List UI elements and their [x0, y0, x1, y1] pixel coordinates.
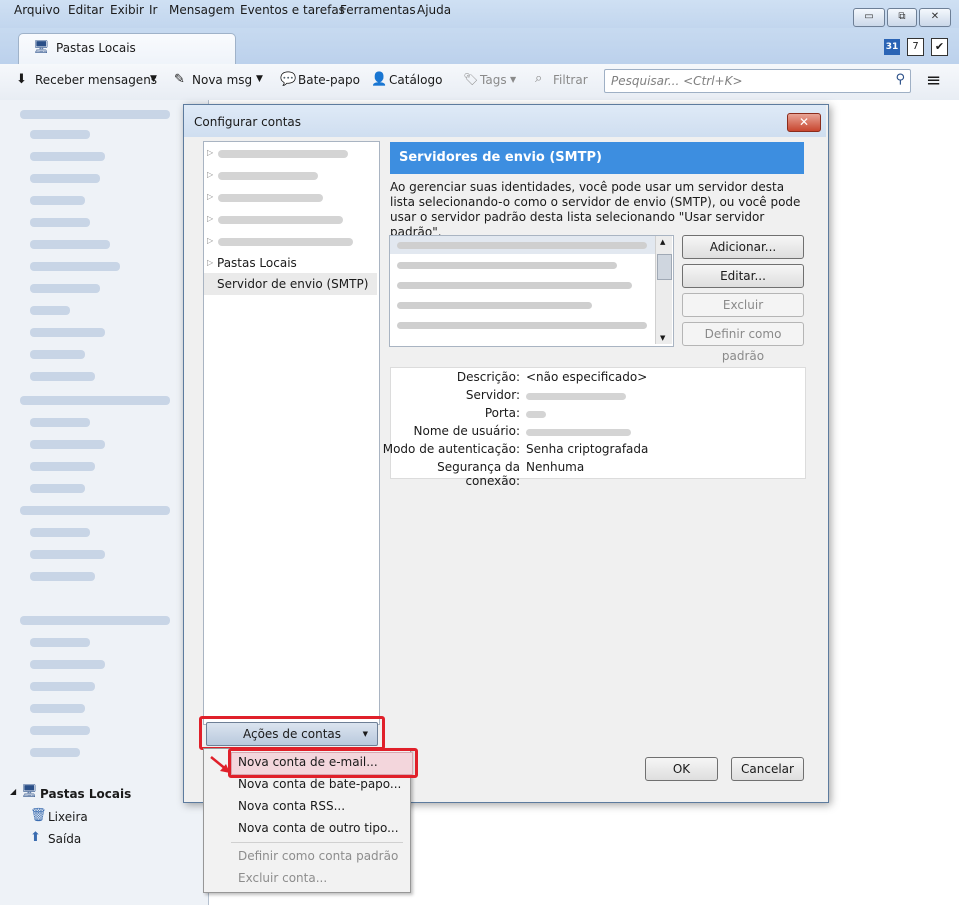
delete-button[interactable]: Excluir	[682, 293, 804, 317]
restore-button[interactable]: ⧉	[887, 8, 917, 27]
checklist-icon[interactable]: ✔	[931, 38, 948, 56]
menu-item-new-rss[interactable]: Nova conta RSS...	[238, 799, 345, 813]
expand-triangle-icon[interactable]: ◢	[10, 787, 16, 796]
security-value: Nenhuma	[526, 460, 585, 474]
menu-ajuda[interactable]: Ajuda	[417, 3, 451, 17]
account-smtp-label: Servidor de envio (SMTP)	[217, 277, 369, 291]
download-icon: ⬇	[16, 72, 27, 87]
dialog-titlebar: Configurar contas	[184, 105, 826, 137]
description-value: <não especificado>	[526, 370, 648, 384]
chevron-down-icon[interactable]: ▼	[510, 75, 516, 84]
expand-triangle-icon[interactable]: ▷	[207, 192, 213, 201]
chat-button[interactable]: Bate-papo	[298, 73, 360, 87]
set-default-button[interactable]: Definir como padrão	[682, 322, 804, 363]
catalog-button[interactable]: Catálogo	[389, 73, 442, 87]
computer-icon: 🖥	[21, 784, 38, 799]
search-icon[interactable]: ⚲	[895, 72, 905, 87]
account-pastas-locais[interactable]: Pastas Locais	[217, 256, 297, 270]
minimize-button[interactable]: ▭	[853, 8, 885, 27]
folder-root-pastas-locais[interactable]: ◢ 🖥 Pastas Locais	[10, 784, 206, 805]
account-tree	[203, 141, 380, 725]
receive-button[interactable]: Receber mensagens	[35, 73, 157, 87]
expand-triangle-icon[interactable]: ▷	[207, 170, 213, 179]
edit-button[interactable]: Editar...	[682, 264, 804, 288]
pencil-icon: ✎	[174, 72, 185, 87]
menu-mensagem[interactable]: Mensagem	[169, 3, 235, 17]
description-label: Descrição:	[456, 370, 520, 384]
arrow-icon	[210, 756, 230, 773]
cancel-button[interactable]: Cancelar	[731, 757, 804, 781]
menu-item-set-default[interactable]: Definir como conta padrão	[238, 849, 398, 863]
highlight-box	[228, 748, 418, 778]
scroll-down-icon[interactable]: ▼	[660, 334, 665, 342]
username-label: Nome de usuário:	[413, 424, 521, 438]
port-label: Porta:	[484, 406, 520, 420]
filter-button[interactable]: Filtrar	[553, 73, 588, 87]
add-button[interactable]: Adicionar...	[682, 235, 804, 259]
search-input[interactable]: Pesquisar... <Ctrl+K> ⚲	[604, 69, 911, 93]
hamburger-menu-icon[interactable]: ≡	[926, 70, 941, 91]
menu-separator	[231, 842, 403, 843]
filter-icon: ⌕	[535, 71, 543, 86]
auth-value: Senha criptografada	[526, 442, 649, 456]
ok-button[interactable]: OK	[645, 757, 718, 781]
expand-triangle-icon[interactable]: ▷	[207, 236, 213, 245]
server-label: Servidor:	[465, 388, 520, 402]
menu-bar: Arquivo Editar Exibir Ir Mensagem Evento…	[0, 0, 959, 28]
trash-icon: 🗑	[30, 808, 47, 823]
folder-label: Pastas Locais	[40, 787, 132, 801]
outbox-icon: ⬆	[30, 830, 41, 845]
menu-item-delete-account[interactable]: Excluir conta...	[238, 871, 327, 885]
expand-triangle-icon[interactable]: ▷	[207, 258, 213, 267]
smtp-description: Ao gerenciar suas identidades, você pode…	[390, 180, 801, 239]
expand-triangle-icon[interactable]: ▷	[207, 214, 213, 223]
tags-button[interactable]: Tags	[480, 73, 507, 87]
menu-item-new-chat[interactable]: Nova conta de bate-papo...	[238, 777, 401, 791]
smtp-header: Servidores de envio (SMTP)	[390, 142, 804, 174]
folder-lixeira[interactable]: Lixeira	[48, 810, 88, 824]
tab-title: Pastas Locais	[56, 41, 136, 55]
highlight-box	[199, 716, 385, 750]
folder-saida[interactable]: Saída	[48, 832, 81, 846]
menu-editar[interactable]: Editar	[68, 3, 104, 17]
menu-item-new-other[interactable]: Nova conta de outro tipo...	[238, 821, 399, 835]
chat-icon: 💬	[280, 72, 297, 87]
search-placeholder: Pesquisar... <Ctrl+K>	[611, 74, 743, 88]
list-scrollbar[interactable]: ▲ ▼	[655, 236, 672, 344]
menu-exibir[interactable]: Exibir	[110, 3, 144, 17]
scroll-up-icon[interactable]: ▲	[660, 238, 665, 246]
chevron-down-icon[interactable]: ▼	[256, 74, 263, 84]
chevron-down-icon[interactable]: ▼	[150, 74, 157, 84]
smtp-header-title: Servidores de envio (SMTP)	[399, 150, 602, 165]
calendar-icon[interactable]: 31	[884, 39, 900, 55]
menu-ir[interactable]: Ir	[149, 3, 157, 17]
expand-triangle-icon[interactable]: ▷	[207, 148, 213, 157]
account-smtp-selected[interactable]: Servidor de envio (SMTP)	[204, 273, 377, 295]
dialog-title: Configurar contas	[194, 115, 301, 129]
menu-arquivo[interactable]: Arquivo	[14, 3, 60, 17]
tasks-icon[interactable]: 7	[907, 38, 924, 56]
dialog-close-button[interactable]: ✕	[787, 113, 821, 132]
computer-icon: 🖥	[33, 40, 50, 55]
menu-eventos[interactable]: Eventos e tarefas	[240, 3, 345, 17]
menu-ferramentas[interactable]: Ferramentas	[340, 3, 416, 17]
tag-icon: 🏷	[463, 72, 479, 86]
new-msg-button[interactable]: Nova msg	[192, 73, 252, 87]
person-icon: 👤	[371, 72, 388, 87]
window-close-button[interactable]: ✕	[919, 8, 951, 27]
scrollbar-thumb[interactable]	[657, 254, 672, 280]
auth-label: Modo de autenticação:	[382, 442, 520, 456]
tab-pastas-locais[interactable]: 🖥 Pastas Locais	[18, 33, 236, 66]
security-label: Segurança da conexão:	[437, 460, 520, 488]
